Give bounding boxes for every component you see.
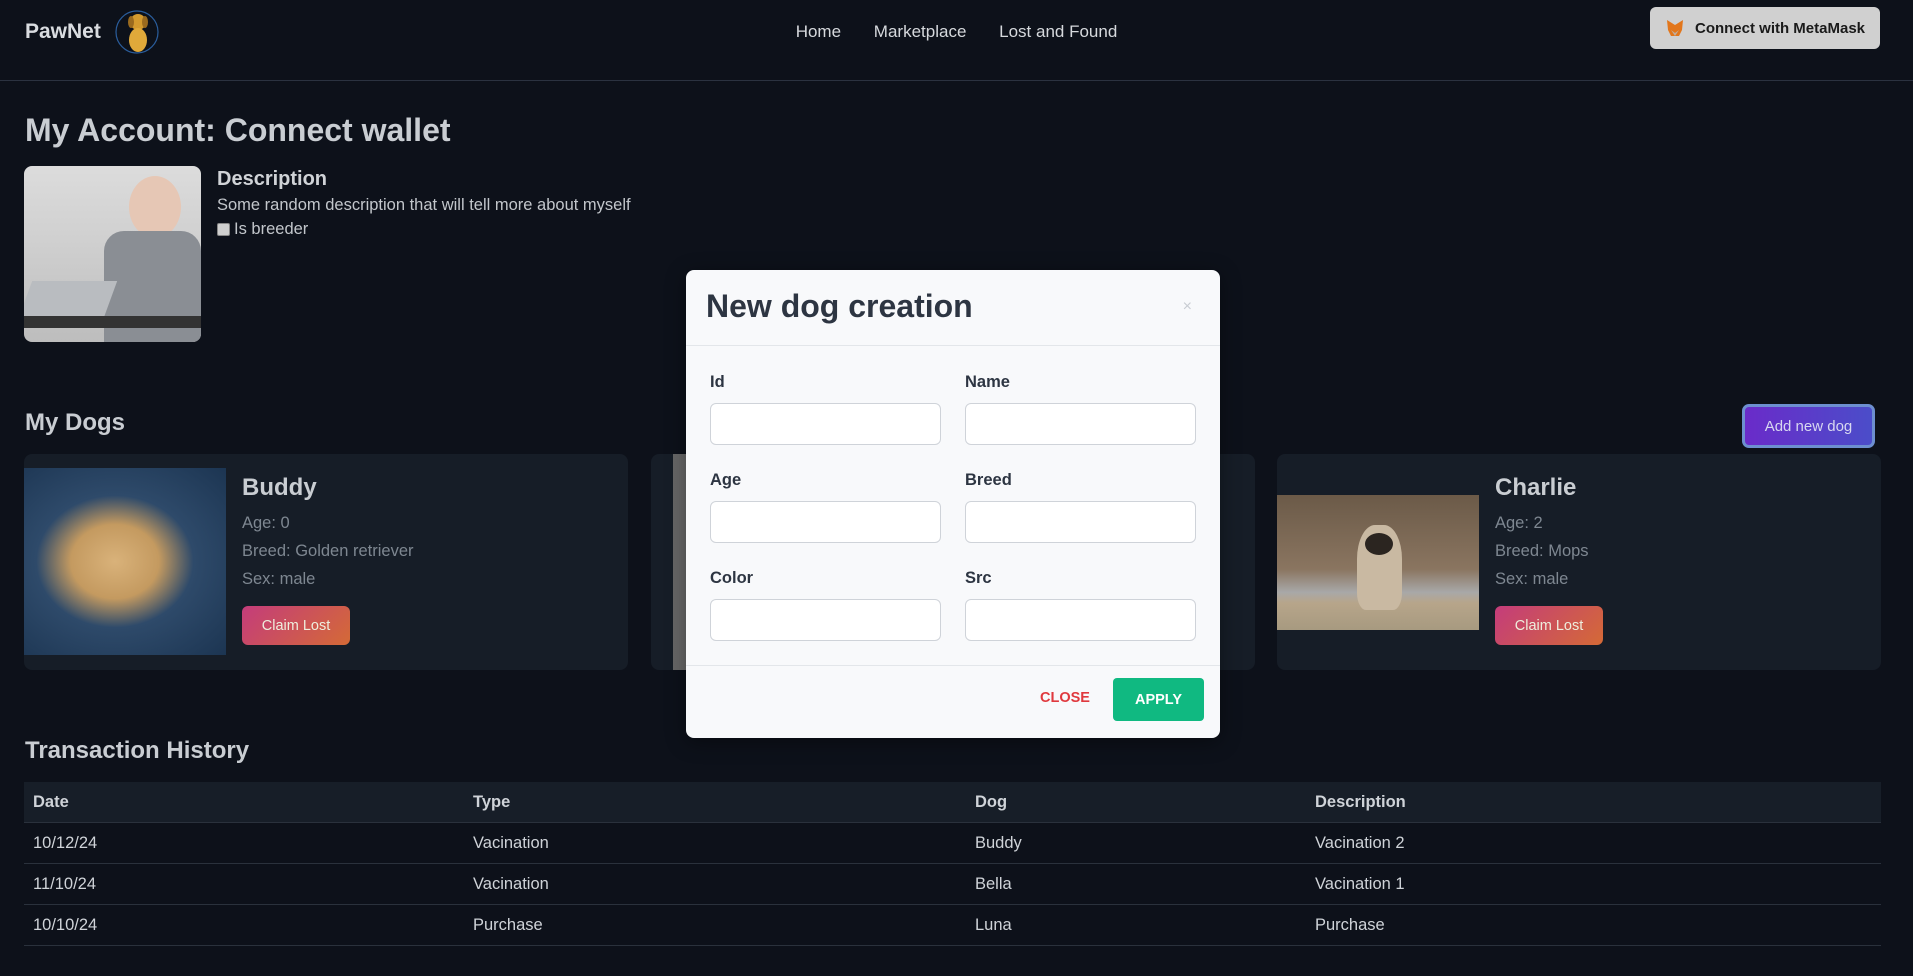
metamask-fox-icon (1666, 20, 1683, 36)
add-new-dog-button[interactable]: Add new dog (1742, 404, 1875, 448)
src-input[interactable] (965, 599, 1196, 641)
id-label: Id (710, 373, 725, 391)
dog-card: Buddy Age: 0 Breed: Golden retriever Sex… (24, 454, 628, 670)
nav-links: Home Marketplace Lost and Found (0, 22, 1913, 42)
cell-type: Vacination (473, 875, 549, 893)
is-breeder-field: Is breeder (217, 220, 308, 239)
dog-image (1277, 495, 1479, 630)
cell-date: 11/10/24 (33, 875, 97, 893)
transactions-table: Date Type Dog Description 10/12/24 Vacin… (24, 782, 1881, 946)
dog-name: Buddy (242, 474, 317, 501)
col-type: Type (473, 793, 511, 811)
nav-lost-and-found[interactable]: Lost and Found (999, 22, 1117, 41)
table-row: 11/10/24 Vacination Bella Vacination 1 (24, 864, 1881, 905)
claim-lost-button[interactable]: Claim Lost (242, 606, 350, 645)
dog-sex: Sex: male (1495, 570, 1569, 588)
table-row: 10/10/24 Purchase Luna Purchase (24, 905, 1881, 946)
page-title: My Account: Connect wallet (25, 112, 451, 148)
transaction-history-heading: Transaction History (25, 737, 250, 764)
new-dog-modal: New dog creation × Id Name Age Breed Col… (686, 270, 1220, 738)
avatar (24, 166, 201, 342)
cell-dog: Bella (975, 875, 1012, 893)
id-input[interactable] (710, 403, 941, 445)
color-label: Color (710, 569, 754, 587)
name-label: Name (965, 373, 1010, 391)
col-dog: Dog (975, 793, 1008, 811)
my-dogs-heading: My Dogs (25, 409, 126, 436)
is-breeder-checkbox[interactable] (217, 223, 230, 236)
cell-dog: Luna (975, 916, 1012, 934)
cell-type: Purchase (473, 916, 543, 934)
col-date: Date (33, 793, 69, 811)
dog-image (24, 468, 226, 655)
cell-description: Vacination 2 (1315, 834, 1405, 852)
nav-marketplace[interactable]: Marketplace (874, 22, 967, 41)
close-button[interactable]: CLOSE (1040, 690, 1090, 706)
col-description: Description (1315, 793, 1406, 811)
dog-breed: Breed: Golden retriever (242, 542, 414, 560)
cell-dog: Buddy (975, 834, 1022, 852)
description-heading: Description (217, 168, 328, 190)
claim-lost-button[interactable]: Claim Lost (1495, 606, 1603, 645)
cell-date: 10/12/24 (33, 834, 98, 852)
breed-label: Breed (965, 471, 1012, 489)
description-text: Some random description that will tell m… (217, 196, 631, 214)
close-icon[interactable]: × (1183, 298, 1192, 316)
dog-name: Charlie (1495, 474, 1577, 501)
cell-description: Vacination 1 (1315, 875, 1405, 893)
age-label: Age (710, 471, 742, 489)
table-row: 10/12/24 Vacination Buddy Vacination 2 (24, 823, 1881, 864)
dog-sex: Sex: male (242, 570, 316, 588)
cell-description: Purchase (1315, 916, 1385, 934)
dog-card: Charlie Age: 2 Breed: Mops Sex: male Cla… (1277, 454, 1881, 670)
table-header: Date Type Dog Description (24, 782, 1881, 823)
apply-button[interactable]: APPLY (1113, 678, 1204, 721)
age-input[interactable] (710, 501, 941, 543)
color-input[interactable] (710, 599, 941, 641)
cell-date: 10/10/24 (33, 916, 98, 934)
dog-breed: Breed: Mops (1495, 542, 1589, 560)
dog-age: Age: 0 (242, 514, 290, 532)
breed-input[interactable] (965, 501, 1196, 543)
modal-footer-divider (686, 665, 1220, 666)
name-input[interactable] (965, 403, 1196, 445)
connect-label: Connect with MetaMask (1694, 19, 1866, 37)
nav-home[interactable]: Home (796, 22, 841, 41)
modal-title: New dog creation (706, 288, 973, 324)
is-breeder-label: Is breeder (234, 220, 309, 238)
dog-age: Age: 2 (1495, 514, 1543, 532)
connect-metamask-button[interactable]: Connect with MetaMask (1650, 7, 1880, 49)
src-label: Src (965, 569, 992, 587)
cell-type: Vacination (473, 834, 549, 852)
